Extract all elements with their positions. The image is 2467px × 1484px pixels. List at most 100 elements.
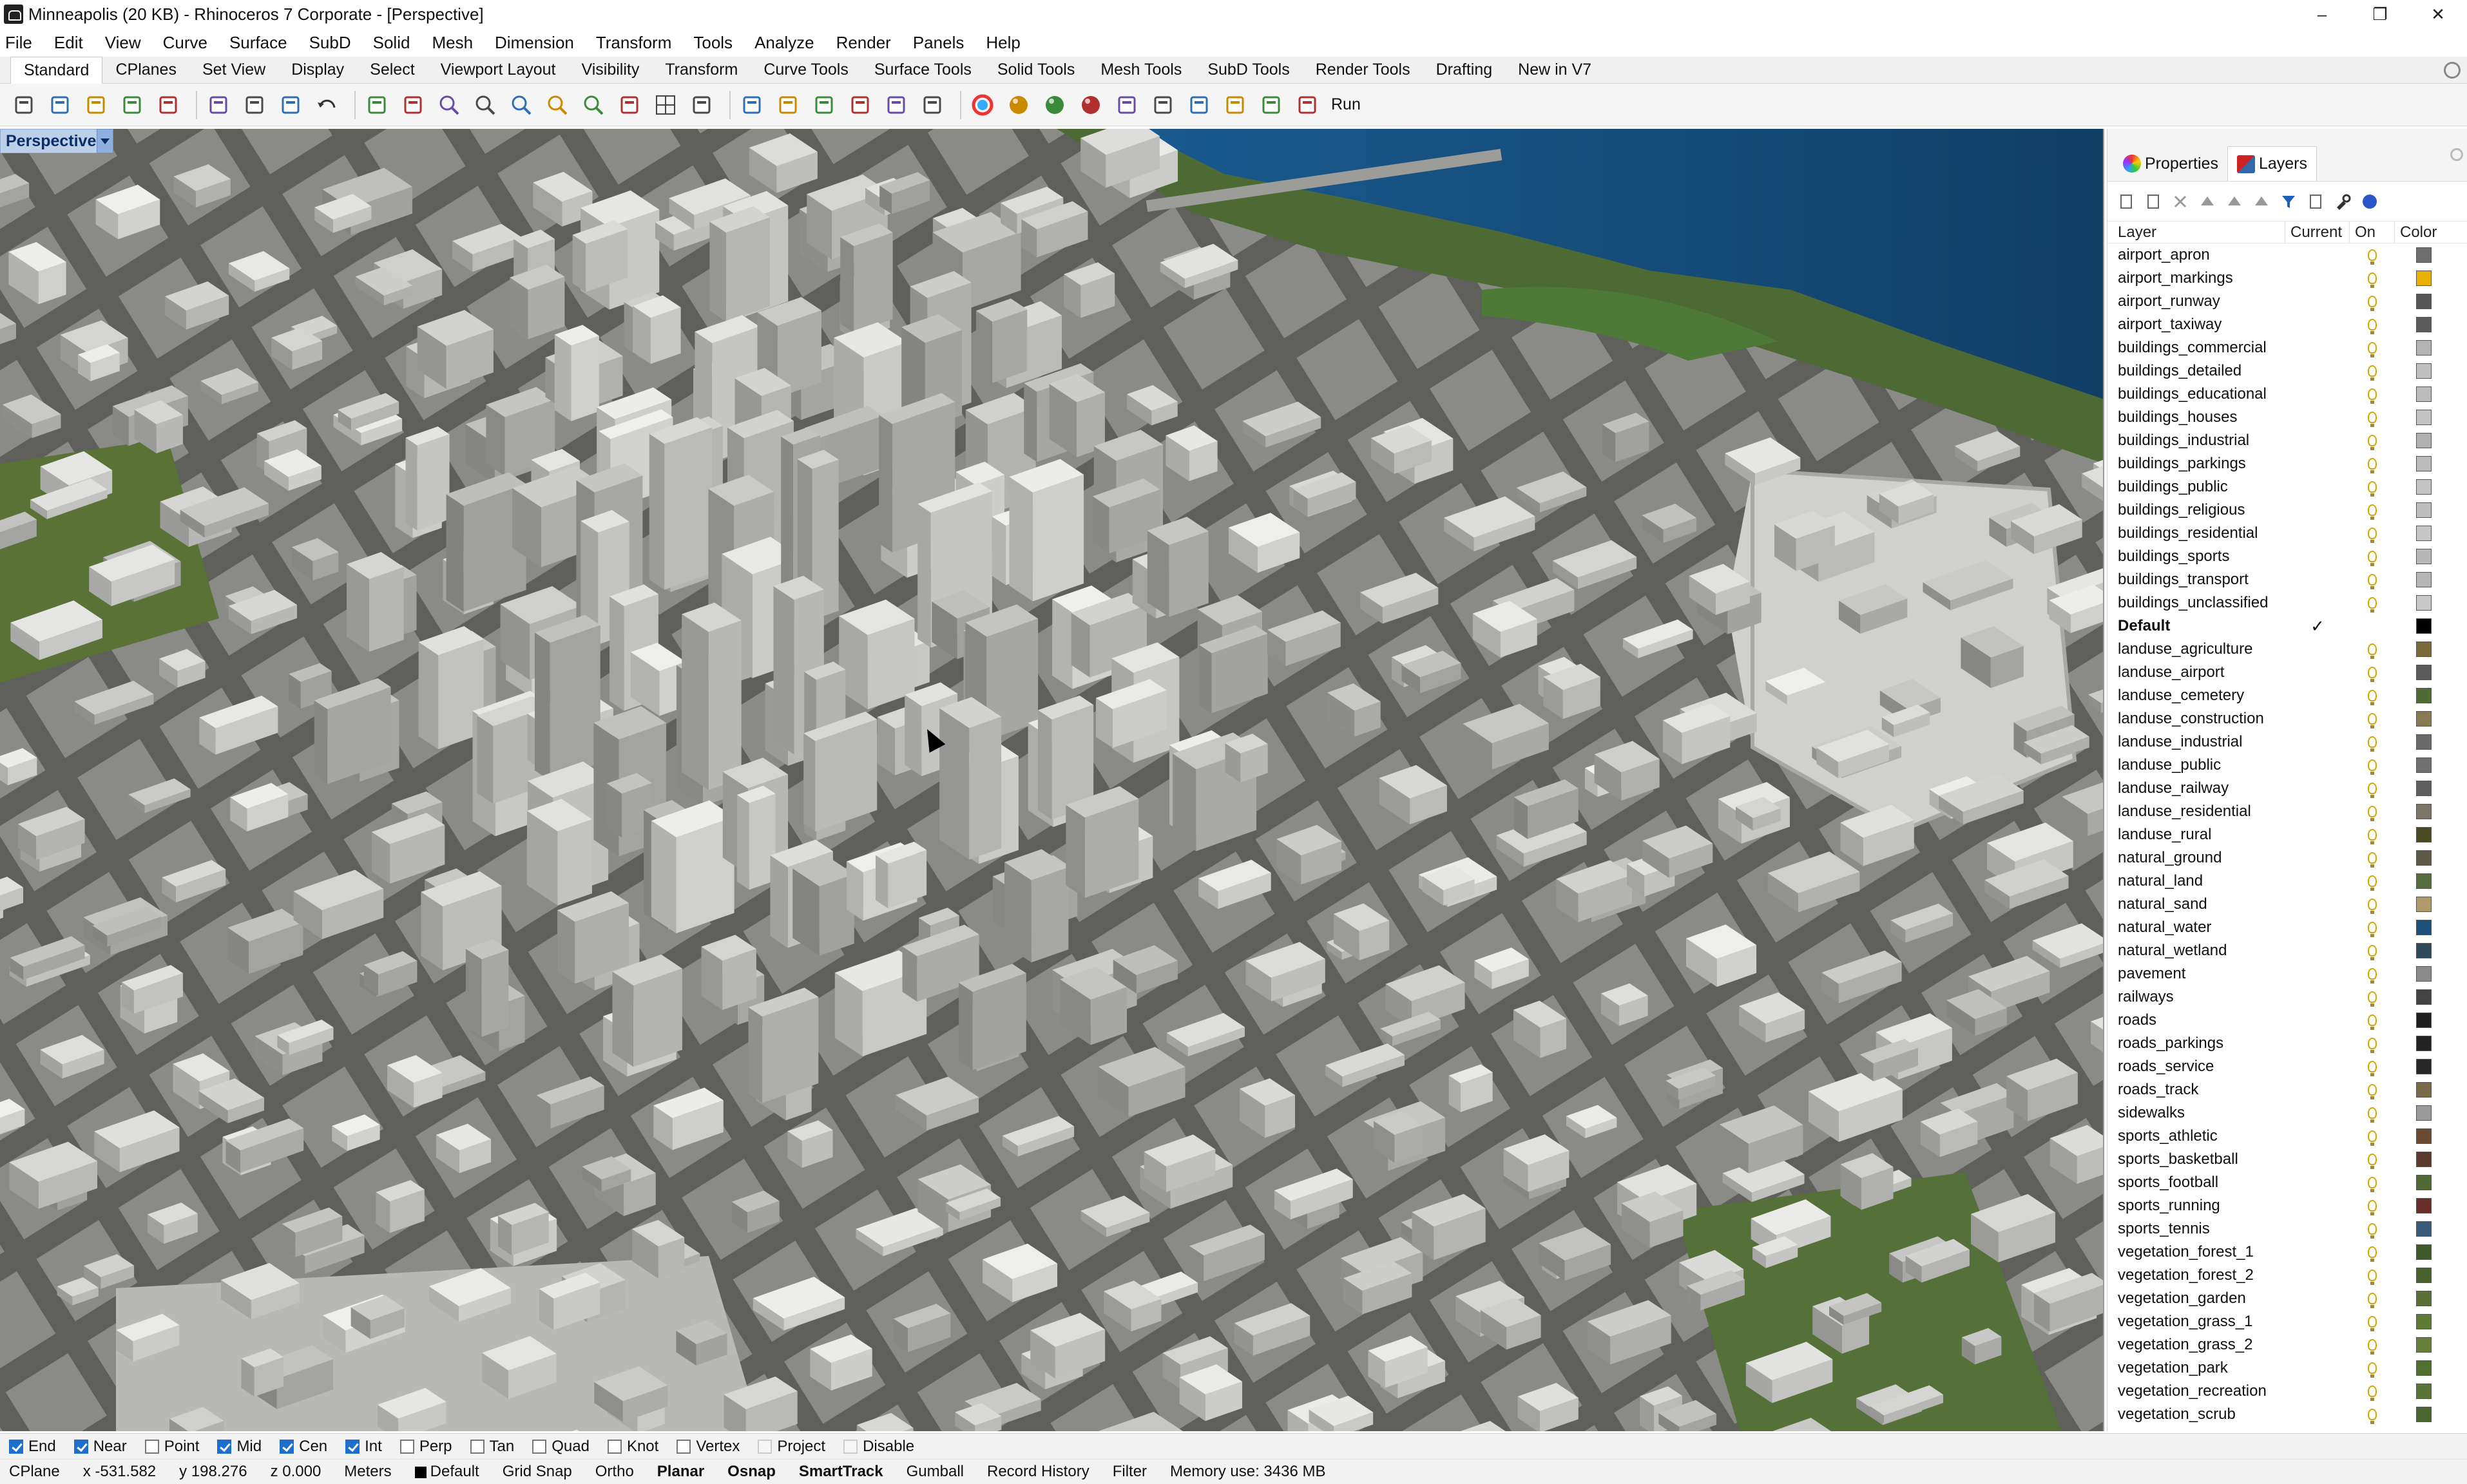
checkbox[interactable]: [345, 1439, 360, 1454]
checkbox[interactable]: [758, 1439, 773, 1454]
building[interactable]: [969, 716, 1002, 860]
filter-toggle[interactable]: Filter: [1113, 1463, 1147, 1481]
layer-color-swatch[interactable]: [2395, 757, 2453, 773]
osnap-near[interactable]: Near: [73, 1438, 127, 1456]
tab-curve-tools[interactable]: Curve Tools: [751, 57, 861, 84]
snap-grid-icon[interactable]: [809, 90, 839, 120]
layer-color-swatch[interactable]: [2395, 1175, 2453, 1190]
light-icon[interactable]: [1148, 90, 1178, 120]
layer-row[interactable]: landuse_agriculture: [2107, 638, 2467, 661]
checkbox[interactable]: [73, 1439, 88, 1454]
menu-transform[interactable]: Transform: [596, 33, 672, 53]
city-3d-model[interactable]: [0, 129, 2104, 1431]
layer-on-toggle[interactable]: [2350, 1154, 2395, 1169]
layer-on-toggle[interactable]: [2350, 1339, 2395, 1355]
layer-row[interactable]: landuse_construction: [2107, 707, 2467, 730]
help-icon[interactable]: [2360, 192, 2379, 211]
layer-color-swatch[interactable]: [2395, 897, 2453, 912]
tab-solid-tools[interactable]: Solid Tools: [984, 57, 1088, 84]
layer-on-toggle[interactable]: [2350, 574, 2395, 589]
layer-row[interactable]: natural_water: [2107, 916, 2467, 939]
layer-on-toggle[interactable]: [2350, 945, 2395, 960]
building[interactable]: [571, 336, 599, 421]
layer-color-swatch[interactable]: [2395, 526, 2453, 541]
gumball-toggle[interactable]: Gumball: [907, 1463, 964, 1481]
layer-row[interactable]: buildings_houses: [2107, 406, 2467, 429]
layer-color-swatch[interactable]: [2395, 1059, 2453, 1074]
menu-subd[interactable]: SubD: [309, 33, 351, 53]
menu-surface[interactable]: Surface: [229, 33, 287, 53]
layer-on-toggle[interactable]: [2350, 713, 2395, 728]
move-down-icon[interactable]: [2225, 192, 2244, 211]
zoom-icon[interactable]: [434, 90, 464, 120]
layer-row[interactable]: vegetation_recreation: [2107, 1380, 2467, 1403]
cplane-label[interactable]: CPlane: [9, 1463, 60, 1481]
print-icon[interactable]: [117, 90, 147, 120]
layer-color-swatch[interactable]: [2395, 1198, 2453, 1213]
dimension-icon[interactable]: [845, 90, 875, 120]
tools-icon[interactable]: [2333, 192, 2352, 211]
building[interactable]: [314, 700, 328, 785]
layer-on-toggle[interactable]: [2350, 1061, 2395, 1076]
layer-color-swatch[interactable]: [2395, 1128, 2453, 1144]
tab-drafting[interactable]: Drafting: [1423, 57, 1506, 84]
layer-color-swatch[interactable]: [2395, 502, 2453, 518]
layer-row[interactable]: buildings_industrial: [2107, 429, 2467, 452]
layer-on-toggle[interactable]: [2350, 852, 2395, 868]
layer-row[interactable]: landuse_industrial: [2107, 730, 2467, 754]
layer-row[interactable]: natural_land: [2107, 870, 2467, 893]
layer-on-toggle[interactable]: [2350, 643, 2395, 659]
layer-row[interactable]: sports_tennis: [2107, 1217, 2467, 1241]
panel-options-icon[interactable]: [2450, 148, 2463, 161]
building[interactable]: [708, 620, 742, 790]
tab-standard[interactable]: Standard: [10, 56, 103, 84]
osnap-perp[interactable]: Perp: [399, 1438, 452, 1456]
osnap-quad[interactable]: Quad: [532, 1438, 590, 1456]
layer-color-swatch[interactable]: [2395, 688, 2453, 703]
layer-color-swatch[interactable]: [2395, 1268, 2453, 1283]
layer-row[interactable]: buildings_commercial: [2107, 336, 2467, 359]
layer-color-swatch[interactable]: [2395, 479, 2453, 495]
building[interactable]: [610, 596, 624, 711]
checkbox[interactable]: [677, 1439, 691, 1454]
properties-icon[interactable]: [1256, 90, 1286, 120]
building[interactable]: [417, 434, 450, 531]
building[interactable]: [1169, 531, 1209, 617]
layer-on-toggle[interactable]: [2350, 690, 2395, 705]
tab-layers[interactable]: Layers: [2227, 146, 2317, 181]
layer-row[interactable]: vegetation_scrub: [2107, 1403, 2467, 1426]
tab-viewport-layout[interactable]: Viewport Layout: [428, 57, 569, 84]
layer-on-toggle[interactable]: [2350, 1038, 2395, 1053]
layer-color-swatch[interactable]: [2395, 804, 2453, 819]
building[interactable]: [1052, 599, 1073, 689]
cut-icon[interactable]: [204, 90, 233, 120]
building[interactable]: [959, 982, 973, 1070]
layer-icon[interactable]: [917, 90, 947, 120]
building[interactable]: [939, 708, 970, 860]
layer-color-swatch[interactable]: [2395, 1152, 2453, 1167]
layer-on-toggle[interactable]: [2350, 481, 2395, 497]
layer-color-swatch[interactable]: [2395, 1082, 2453, 1098]
layer-on-toggle[interactable]: [2350, 1385, 2395, 1401]
layer-on-toggle[interactable]: [2350, 968, 2395, 984]
building[interactable]: [633, 968, 682, 1067]
layer-on-toggle[interactable]: [2350, 1084, 2395, 1099]
layer-color-swatch[interactable]: [2395, 642, 2453, 657]
building[interactable]: [1147, 530, 1169, 617]
layer-color-swatch[interactable]: [2395, 827, 2453, 842]
layer-row[interactable]: landuse_public: [2107, 754, 2467, 777]
perspective-viewport[interactable]: Perspective: [0, 129, 2104, 1431]
tabs-settings-gear-icon[interactable]: [2444, 62, 2461, 79]
layer-color-swatch[interactable]: [2395, 1036, 2453, 1051]
menu-dimension[interactable]: Dimension: [495, 33, 574, 53]
layer-row[interactable]: vegetation_garden: [2107, 1287, 2467, 1310]
run-icon[interactable]: [1292, 90, 1322, 120]
viewport-menu-dropdown-icon[interactable]: [97, 129, 113, 153]
viewport-title[interactable]: Perspective: [0, 129, 102, 153]
layer-on-toggle[interactable]: [2350, 504, 2395, 520]
import-icon[interactable]: [153, 90, 183, 120]
layer-row[interactable]: roads_parkings: [2107, 1032, 2467, 1055]
layer-on-toggle[interactable]: [2350, 388, 2395, 404]
building[interactable]: [1037, 710, 1052, 820]
layer-on-toggle[interactable]: [2350, 458, 2395, 473]
